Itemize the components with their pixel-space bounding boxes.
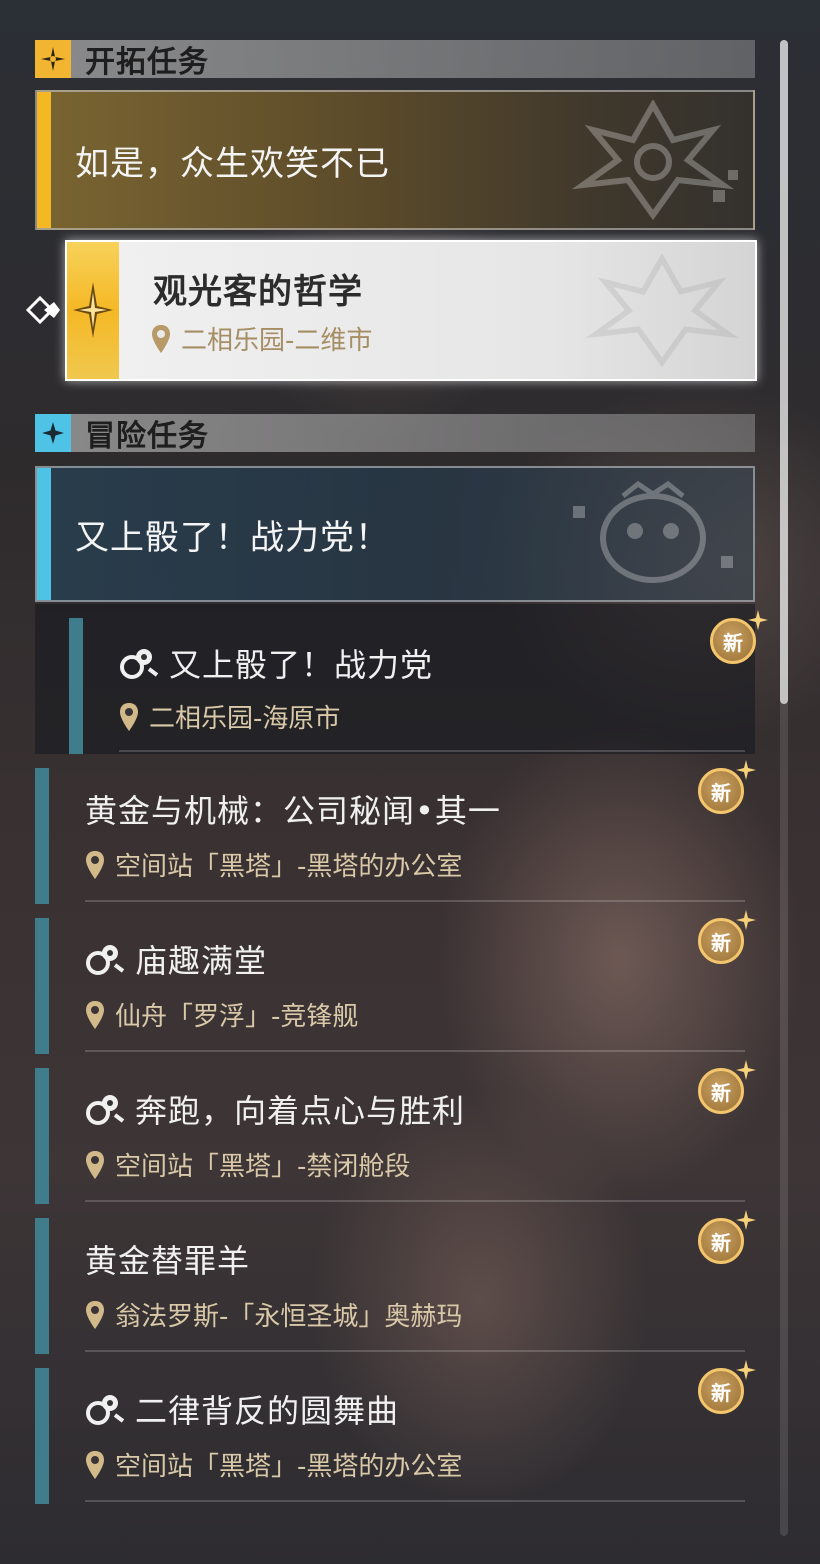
quest-item-3[interactable]: 奔跑，向着点心与胜利 空间站「黑塔」-禁闭舱段 bbox=[35, 1068, 755, 1204]
quest-item-1[interactable]: 黄金与机械：公司秘闻•其一 空间站「黑塔」-黑塔的办公室 bbox=[35, 768, 755, 904]
new-badge: 新 bbox=[694, 1060, 756, 1118]
location-pin-icon bbox=[86, 1450, 104, 1479]
quest-location: 空间站「黑塔」-黑塔的办公室 bbox=[85, 846, 462, 883]
quest-stripe bbox=[69, 618, 83, 754]
selected-quest-card[interactable]: 观光客的哲学 二相乐园-二维市 bbox=[65, 240, 757, 381]
section-header-trailblaze: 开拓任务 bbox=[35, 40, 755, 80]
quest-title: 二律背反的圆舞曲 bbox=[135, 1392, 400, 1430]
new-badge: 新 bbox=[694, 1210, 756, 1268]
selected-quest-location-text: 二相乐园-二维市 bbox=[181, 326, 373, 356]
new-badge: 新 bbox=[694, 1360, 756, 1418]
location-pin-icon bbox=[86, 1000, 104, 1029]
quest-location: 空间站「黑塔」-黑塔的办公室 bbox=[85, 1446, 462, 1483]
adventure-icon bbox=[35, 414, 71, 452]
location-pin-icon bbox=[120, 702, 138, 731]
location-pin-icon bbox=[152, 324, 170, 353]
quest-location-text: 仙舟「罗浮」-竞锋舰 bbox=[115, 1002, 359, 1032]
trailblaze-icon bbox=[35, 40, 71, 78]
section-title-trailblaze: 开拓任务 bbox=[85, 45, 209, 80]
scrollbar-thumb[interactable] bbox=[780, 40, 788, 704]
location-pin-icon bbox=[86, 1300, 104, 1329]
quest-location: 翁法罗斯-「永恒圣城」奥赫玛 bbox=[85, 1296, 462, 1333]
adventure-category-title: 又上骰了！战力党！ bbox=[75, 517, 390, 558]
selected-emblem-icon bbox=[585, 252, 739, 368]
location-pin-icon bbox=[86, 850, 104, 879]
category-stripe bbox=[37, 92, 51, 228]
trailblaze-emblem-icon bbox=[571, 100, 738, 220]
selected-quest-title: 观光客的哲学 bbox=[153, 272, 363, 312]
quest-title: 黄金与机械：公司秘闻•其一 bbox=[85, 792, 501, 830]
section-title-adventure: 冒险任务 bbox=[85, 419, 209, 454]
quest-stripe bbox=[35, 1068, 49, 1204]
quest-stripe bbox=[35, 1218, 49, 1354]
sparkle-icon bbox=[736, 1060, 756, 1080]
new-badge: 新 bbox=[694, 910, 756, 968]
quest-stripe bbox=[35, 1368, 49, 1504]
quest-title: 又上骰了！战力党 bbox=[169, 646, 434, 684]
quest-item-2[interactable]: 庙趣满堂 仙舟「罗浮」-竞锋舰 bbox=[35, 918, 755, 1054]
quest-divider bbox=[85, 1050, 745, 1052]
quest-title: 奔跑，向着点心与胜利 bbox=[135, 1092, 466, 1130]
adventure-type-icon bbox=[86, 1395, 125, 1425]
quest-stripe bbox=[35, 768, 49, 904]
adventure-emblem-icon bbox=[573, 480, 733, 583]
new-badge: 新 bbox=[694, 760, 756, 818]
quest-divider bbox=[85, 1350, 745, 1352]
quest-divider bbox=[85, 1500, 745, 1502]
selected-quest-location: 二相乐园-二维市 bbox=[151, 320, 372, 357]
quest-item-5[interactable]: 二律背反的圆舞曲 空间站「黑塔」-黑塔的办公室 bbox=[35, 1368, 755, 1504]
quest-divider bbox=[85, 900, 745, 902]
trailblaze-category-card[interactable]: 如是，众生欢笑不已 bbox=[35, 90, 755, 230]
category-stripe bbox=[37, 468, 51, 600]
new-badge: 新 bbox=[706, 610, 768, 668]
quest-location: 空间站「黑塔」-禁闭舱段 bbox=[85, 1146, 410, 1183]
quest-item-0[interactable]: 又上骰了！战力党 二相乐园-海原市 bbox=[69, 618, 755, 754]
sparkle-icon bbox=[736, 1210, 756, 1230]
quest-location-text: 空间站「黑塔」-禁闭舱段 bbox=[115, 1152, 411, 1182]
quest-divider bbox=[119, 750, 745, 752]
sparkle-icon bbox=[748, 610, 768, 630]
quest-title-row: 又上骰了！战力党 bbox=[119, 640, 433, 686]
quest-item-4[interactable]: 黄金替罪羊 翁法罗斯-「永恒圣城」奥赫玛 bbox=[35, 1218, 755, 1354]
quest-title: 黄金替罪羊 bbox=[85, 1242, 251, 1280]
section-header-adventure: 冒险任务 bbox=[35, 414, 755, 454]
sparkle-icon bbox=[736, 1360, 756, 1380]
quest-title-row: 奔跑，向着点心与胜利 bbox=[85, 1086, 465, 1132]
quest-location-text: 空间站「黑塔」-黑塔的办公室 bbox=[115, 852, 463, 882]
quest-title-row: 二律背反的圆舞曲 bbox=[85, 1386, 399, 1432]
adventure-category-card[interactable]: 又上骰了！战力党！ bbox=[35, 466, 755, 602]
quest-location: 仙舟「罗浮」-竞锋舰 bbox=[85, 996, 358, 1033]
quest-title-row: 庙趣满堂 bbox=[85, 936, 267, 982]
quest-stripe bbox=[35, 918, 49, 1054]
quest-title: 庙趣满堂 bbox=[135, 942, 268, 980]
quest-location-text: 翁法罗斯-「永恒圣城」奥赫玛 bbox=[115, 1302, 463, 1332]
trailblaze-gem-icon bbox=[67, 242, 119, 379]
quest-location: 二相乐园-海原市 bbox=[119, 698, 340, 735]
adventure-type-icon bbox=[86, 1095, 125, 1125]
quest-divider bbox=[85, 1200, 745, 1202]
quest-location-text: 空间站「黑塔」-黑塔的办公室 bbox=[115, 1452, 463, 1482]
quest-title-row: 黄金替罪羊 bbox=[85, 1236, 250, 1282]
sparkle-icon bbox=[736, 910, 756, 930]
selection-pointer-icon bbox=[25, 295, 60, 325]
adventure-type-icon bbox=[120, 649, 159, 679]
location-pin-icon bbox=[86, 1150, 104, 1179]
quest-title-row: 黄金与机械：公司秘闻•其一 bbox=[85, 786, 501, 832]
adventure-type-icon bbox=[86, 945, 125, 975]
quest-location-text: 二相乐园-海原市 bbox=[149, 704, 341, 734]
sparkle-icon bbox=[736, 760, 756, 780]
trailblaze-category-title: 如是，众生欢笑不已 bbox=[75, 143, 390, 184]
